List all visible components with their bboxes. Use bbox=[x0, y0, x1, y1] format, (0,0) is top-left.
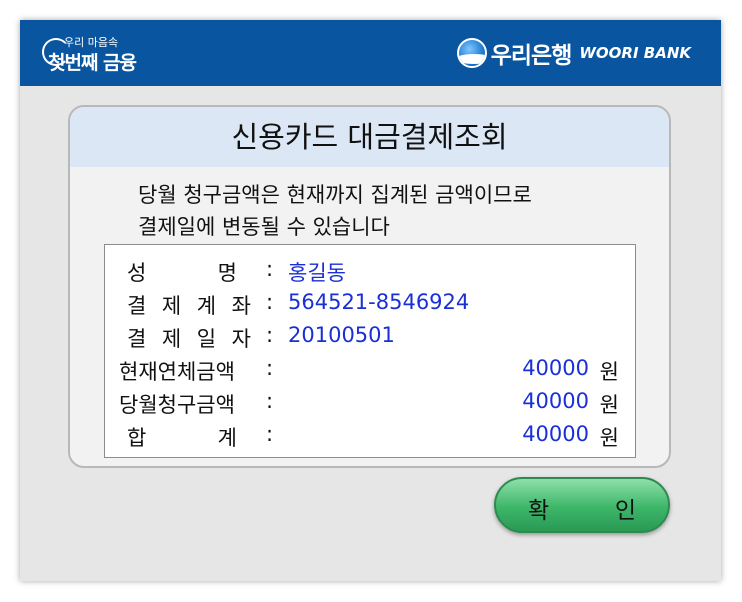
info-row-name: 성 명 : 홍길동 bbox=[105, 257, 635, 290]
colon: : bbox=[266, 422, 274, 446]
notice-line-1: 당월 청구금액은 현재까지 집계된 금액이므로 bbox=[138, 183, 532, 207]
info-row-overdue: 현재연체금액 : 40000 원 bbox=[105, 356, 635, 389]
bank-name-english: WOORI BANK bbox=[579, 44, 691, 62]
notice-text: 당월 청구금액은 현재까지 집계된 금액이므로 결제일에 변동될 수 있습니다 bbox=[138, 179, 532, 243]
colon: : bbox=[266, 323, 274, 347]
colon: : bbox=[266, 257, 274, 281]
pay-date-value: 20100501 bbox=[288, 323, 395, 347]
confirm-label-char-1: 확 bbox=[528, 498, 550, 524]
colon: : bbox=[266, 356, 274, 380]
card-info-box: 성 명 : 홍길동 결 제 계 좌 : 564521-8546924 결 제 일… bbox=[104, 244, 636, 458]
won-unit: 원 bbox=[599, 426, 619, 450]
monthly-bill-amount: 40000 bbox=[522, 389, 589, 413]
woori-globe-icon bbox=[456, 38, 487, 68]
total-label: 합 계 bbox=[127, 426, 237, 450]
confirm-button[interactable]: 확 인 bbox=[494, 477, 670, 533]
woori-bank-logo: 우리은행 WOORI BANK bbox=[456, 36, 691, 70]
won-unit: 원 bbox=[599, 360, 619, 384]
header-bar: 우리 마음속 첫번째 금융 우리은행 WOORI BANK bbox=[20, 20, 721, 86]
won-unit: 원 bbox=[599, 393, 619, 417]
name-value: 홍길동 bbox=[288, 261, 346, 285]
info-row-monthly-bill: 당월청구금액 : 40000 원 bbox=[105, 389, 635, 422]
monthly-bill-label: 당월청구금액 bbox=[119, 393, 235, 417]
info-row-pay-date: 결 제 일 자 : 20100501 bbox=[105, 323, 635, 356]
total-amount: 40000 bbox=[522, 422, 589, 446]
account-label: 결 제 계 좌 bbox=[127, 294, 251, 318]
atm-screen: 우리 마음속 첫번째 금융 우리은행 WOORI BANK 신용카드 대금결제조… bbox=[20, 20, 721, 581]
colon: : bbox=[266, 290, 274, 314]
info-row-account: 결 제 계 좌 : 564521-8546924 bbox=[105, 290, 635, 323]
name-label: 성 명 bbox=[127, 261, 237, 285]
colon: : bbox=[266, 389, 274, 413]
account-value: 564521-8546924 bbox=[288, 290, 470, 314]
info-row-total: 합 계 : 40000 원 bbox=[105, 422, 635, 455]
slogan-big-text: 첫번째 금융 bbox=[48, 52, 137, 74]
overdue-amount: 40000 bbox=[522, 356, 589, 380]
pay-date-label: 결 제 일 자 bbox=[127, 327, 251, 351]
confirm-label-char-2: 인 bbox=[614, 498, 636, 524]
bank-name-korean: 우리은행 bbox=[490, 43, 573, 69]
overdue-label: 현재연체금액 bbox=[119, 360, 235, 384]
inquiry-panel: 신용카드 대금결제조회 당월 청구금액은 현재까지 집계된 금액이므로 결제일에… bbox=[68, 105, 671, 468]
page-title: 신용카드 대금결제조회 bbox=[70, 107, 669, 167]
notice-line-2: 결제일에 변동될 수 있습니다 bbox=[138, 215, 390, 239]
